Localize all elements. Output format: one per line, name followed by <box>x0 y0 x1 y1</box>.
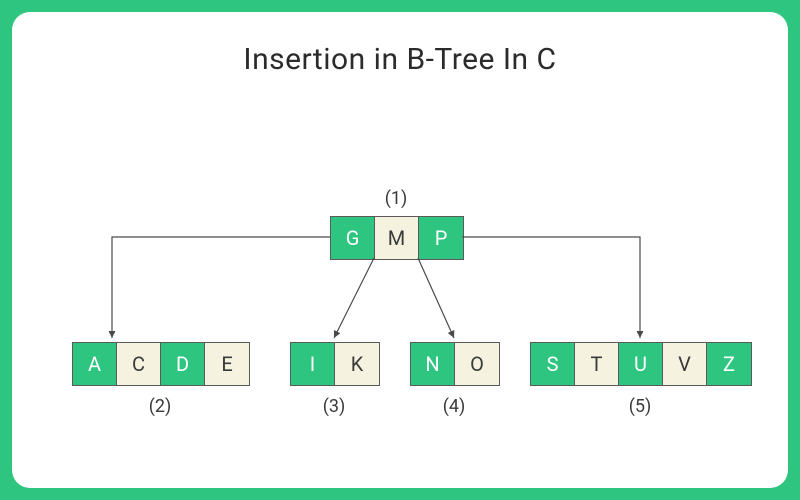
node-label-5: (5) <box>620 396 660 417</box>
key-cell: P <box>419 217 463 259</box>
diagram-canvas: Insertion in B-Tree In C (1) G M P A C D… <box>12 12 788 488</box>
btree-leaf-2: I K <box>290 342 380 386</box>
btree-root-node: G M P <box>330 216 464 260</box>
key-cell: N <box>411 343 455 385</box>
node-label-2: (2) <box>140 396 180 417</box>
node-label-4: (4) <box>434 396 474 417</box>
key-cell: S <box>531 343 575 385</box>
key-cell: C <box>117 343 161 385</box>
btree-leaf-3: N O <box>410 342 500 386</box>
key-cell: D <box>161 343 205 385</box>
key-cell: V <box>663 343 707 385</box>
key-cell: K <box>335 343 379 385</box>
node-label-3: (3) <box>314 396 354 417</box>
key-cell: A <box>73 343 117 385</box>
node-label-1: (1) <box>376 188 416 209</box>
btree-leaf-4: S T U V Z <box>530 342 752 386</box>
key-cell: M <box>375 217 419 259</box>
key-cell: T <box>575 343 619 385</box>
page-title: Insertion in B-Tree In C <box>12 42 788 77</box>
key-cell: Z <box>707 343 751 385</box>
key-cell: E <box>205 343 249 385</box>
key-cell: U <box>619 343 663 385</box>
btree-leaf-1: A C D E <box>72 342 250 386</box>
key-cell: G <box>331 217 375 259</box>
key-cell: O <box>455 343 499 385</box>
key-cell: I <box>291 343 335 385</box>
